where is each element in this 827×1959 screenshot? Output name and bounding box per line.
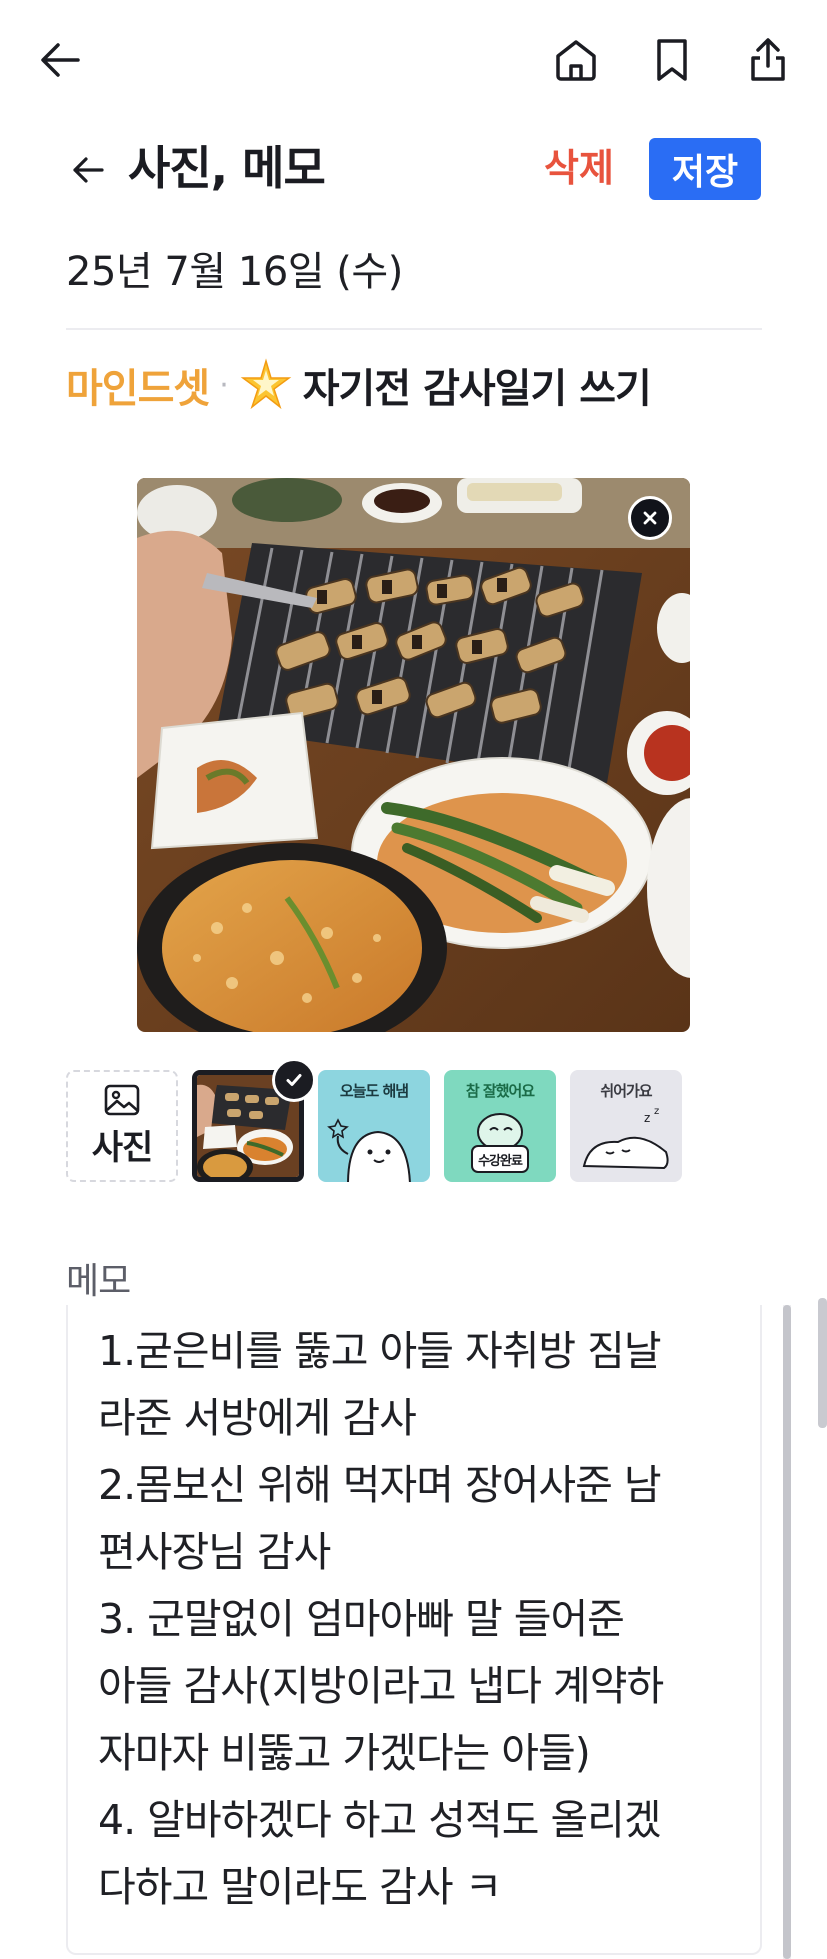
mission-title-row: 마인드셋 · 자기전 감사일기 쓰기 [66,355,652,415]
home-button[interactable] [548,32,604,88]
sleeping-character-icon: z z [582,1106,669,1170]
check-icon [286,1074,302,1086]
home-icon [556,40,596,81]
section-header: 사진, 메모 삭제 저장 [66,130,762,210]
add-photo-button[interactable]: 사진 [66,1070,178,1182]
sticker-label: 오늘도 해냄 [339,1082,409,1100]
sticker-sublabel: 수강완료 [478,1154,523,1169]
add-photo-label: 사진 [91,1127,154,1168]
sticker-label: 참 잘했어요 [465,1082,535,1100]
mission-category: 마인드셋 [66,366,210,412]
mission-name: 자기전 감사일기 쓰기 [302,366,652,412]
divider [66,328,762,330]
share-icon [751,38,785,81]
share-button[interactable] [740,32,796,88]
sticker-take-a-break[interactable]: 쉬어가요 z z [570,1070,682,1182]
back-button[interactable] [32,32,88,88]
header-back-button[interactable] [66,148,110,192]
main-photo [137,478,690,1032]
bookmark-button[interactable] [644,32,700,88]
svg-text:z: z [654,1106,659,1117]
page-scrollbar[interactable] [818,1298,827,1428]
ghost-character-icon [327,1118,411,1182]
page-title: 사진, 메모 [128,141,326,195]
selected-check-badge [272,1058,316,1102]
sticker-label: 쉬어가요 [600,1082,652,1100]
top-nav-bar [0,0,827,120]
memo-scrollbar[interactable] [783,1305,791,1959]
delete-button[interactable]: 삭제 [544,138,614,198]
memo-label: 메모 [66,1261,131,1302]
bookmark-icon [657,39,687,81]
sparkle-star-icon [240,358,292,410]
memo-text[interactable]: 1.굳은비를 뚫고 아들 자취방 짐날 라준 서방에게 감사 2.몸보신 위해 … [98,1318,738,1921]
close-icon [643,511,657,525]
save-button[interactable]: 저장 [649,138,761,200]
sticker-well-done[interactable]: 참 잘했어요 수강완료 [444,1070,556,1182]
entry-date: 25년 7월 16일 (수) [66,249,403,295]
arrow-left-icon [41,43,80,77]
remove-photo-button[interactable] [628,496,672,540]
sticker-today-done[interactable]: 오늘도 해냄 [318,1070,430,1182]
arrow-left-icon [73,157,104,183]
image-icon [104,1084,140,1115]
separator-dot: · [219,367,229,403]
svg-text:z: z [644,1111,650,1125]
